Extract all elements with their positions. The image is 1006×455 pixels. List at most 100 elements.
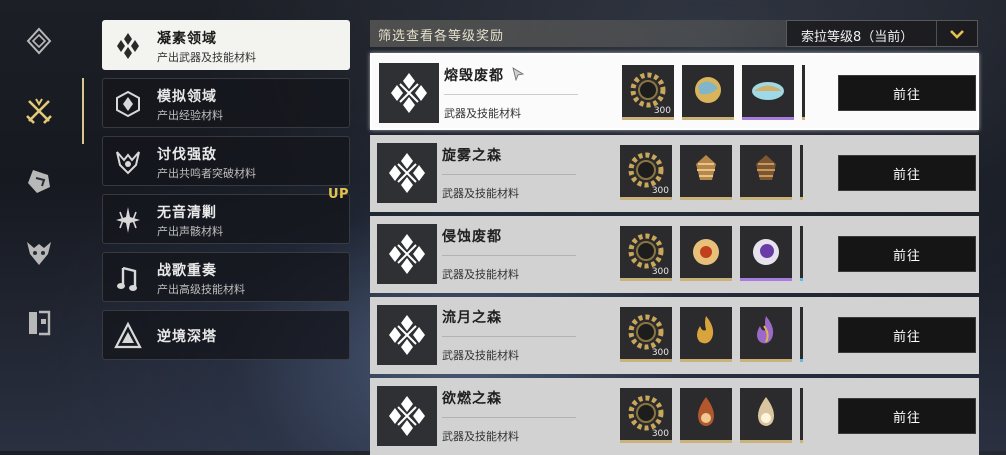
domain-desc: 武器及技能材料 — [444, 107, 521, 120]
category-item-1[interactable]: 凝素领域 产出武器及技能材料 — [102, 20, 350, 70]
category-item-6[interactable]: 逆境深塔 — [102, 310, 350, 360]
reward-item[interactable] — [740, 388, 792, 443]
reward-count: 300 — [653, 106, 671, 116]
domain-desc: 武器及技能材料 — [442, 268, 519, 281]
category-subtitle: 产出共鸣者突破材料 — [157, 167, 256, 180]
pale-drop-icon — [758, 397, 774, 426]
shard-icon — [28, 170, 50, 193]
domain-name: 流月之森 — [442, 310, 502, 326]
horned-crest-icon — [109, 143, 147, 181]
demon-mask-icon — [27, 242, 51, 265]
reward-item-gear[interactable]: 300 — [620, 307, 672, 362]
reward-item-partial[interactable] — [800, 388, 803, 443]
filter-title: 筛选查看各等级奖励 — [378, 29, 505, 44]
category-subtitle: 产出经验材料 — [157, 109, 223, 122]
category-title: 模拟领域 — [157, 89, 217, 105]
category-item-3[interactable]: 讨伐强敌 产出共鸣者突破材料 — [102, 136, 350, 186]
reward-item[interactable] — [742, 65, 794, 120]
domain-row[interactable]: 旋雾之森 武器及技能材料 300 前往 — [370, 135, 979, 212]
category-item-2[interactable]: 模拟领域 产出经验材料 — [102, 78, 350, 128]
reward-item-partial[interactable] — [802, 65, 805, 120]
reward-item-gear[interactable]: 300 — [620, 226, 672, 281]
rail-tab-5[interactable] — [22, 306, 56, 340]
domain-row[interactable]: 欲燃之森 武器及技能材料 300 前往 — [370, 378, 979, 455]
reward-item-partial[interactable] — [800, 307, 803, 362]
domain-emblem-icon — [377, 143, 437, 203]
go-button[interactable]: 前往 — [838, 236, 976, 272]
reward-item[interactable] — [740, 307, 792, 362]
reward-list: 300 — [620, 145, 803, 203]
divider — [444, 94, 578, 95]
reward-count: 300 — [651, 429, 669, 439]
domain-name: 熔毁废都 — [444, 68, 504, 84]
reward-item[interactable] — [740, 226, 792, 281]
domain-name: 欲燃之森 — [442, 391, 502, 407]
chevron-down-icon[interactable] — [936, 21, 977, 46]
go-button[interactable]: 前往 — [838, 317, 976, 353]
ember-drop-icon — [698, 397, 714, 426]
category-title: 战歌重奏 — [157, 263, 217, 279]
domain-desc: 武器及技能材料 — [442, 349, 519, 362]
flame-icon — [697, 316, 714, 344]
reward-item[interactable] — [682, 65, 734, 120]
category-title: 凝素领域 — [157, 31, 217, 47]
go-button[interactable]: 前往 — [838, 75, 976, 111]
reward-item[interactable] — [680, 388, 732, 443]
reward-item-gear[interactable]: 300 — [620, 388, 672, 443]
reward-count: 300 — [651, 186, 669, 196]
spiral-icon — [696, 155, 716, 180]
category-subtitle: 产出高级技能材料 — [157, 283, 245, 296]
go-button[interactable]: 前往 — [838, 398, 976, 434]
rail-tab-3[interactable] — [22, 164, 56, 198]
reward-item[interactable] — [680, 307, 732, 362]
reward-item[interactable] — [680, 145, 732, 200]
rail-tab-1[interactable] — [22, 24, 56, 58]
left-rail — [0, 0, 84, 451]
domain-desc: 武器及技能材料 — [442, 430, 519, 443]
diamond-node-icon — [26, 27, 52, 55]
fire-orb-icon — [693, 239, 719, 265]
domain-name: 旋雾之森 — [442, 148, 502, 164]
gear-icon — [628, 314, 664, 350]
category-item-5[interactable]: 战歌重奏 产出高级技能材料 — [102, 252, 350, 302]
shell-icon — [752, 82, 784, 100]
reward-item[interactable] — [680, 226, 732, 281]
level-select[interactable]: 索拉等级8（当前） — [786, 20, 978, 47]
category-subtitle: 产出武器及技能材料 — [157, 51, 256, 64]
hex-emblem-icon — [109, 85, 147, 123]
go-button[interactable]: 前往 — [838, 155, 976, 191]
flame-icon — [757, 316, 774, 344]
rail-tab-2-active[interactable] — [22, 94, 56, 128]
crossed-swords-icon — [26, 98, 52, 124]
reward-item-gear[interactable]: 300 — [620, 145, 672, 200]
divider — [442, 255, 576, 256]
domain-name: 侵蚀废都 — [442, 229, 502, 245]
reward-list: 300 — [620, 388, 803, 446]
domain-row[interactable]: 熔毁废都 武器及技能材料 300 前往 — [370, 53, 979, 130]
level-select-value: 索拉等级8（当前） — [801, 30, 914, 45]
domain-emblem-icon — [377, 386, 437, 446]
domain-row[interactable]: 流月之森 武器及技能材料 300 前往 — [370, 297, 979, 374]
gear-icon — [628, 233, 664, 269]
domain-row[interactable]: 侵蚀废都 武器及技能材料 300 前往 — [370, 216, 979, 293]
reward-count: 300 — [651, 267, 669, 277]
gear-icon — [628, 395, 664, 431]
reward-item-gear[interactable]: 300 — [622, 65, 674, 120]
reward-item-partial[interactable] — [800, 226, 803, 281]
crystal-cluster-icon — [109, 27, 147, 65]
rail-tab-4[interactable] — [22, 236, 56, 270]
category-title: 讨伐强敌 — [157, 147, 217, 163]
category-title: 无音清剿 — [157, 205, 217, 221]
divider — [442, 417, 576, 418]
domain-emblem-icon — [377, 305, 437, 365]
reward-list: 300 — [620, 307, 803, 365]
category-item-4[interactable]: 无音清剿 产出声骸材料 — [102, 194, 350, 244]
spiral-icon — [756, 155, 776, 180]
reward-item[interactable] — [740, 145, 792, 200]
category-title: 逆境深塔 — [157, 329, 217, 345]
domain-desc: 武器及技能材料 — [442, 187, 519, 200]
gear-icon — [630, 72, 666, 108]
divider — [442, 174, 576, 175]
domain-emblem-icon — [377, 224, 437, 284]
reward-item-partial[interactable] — [800, 145, 803, 200]
